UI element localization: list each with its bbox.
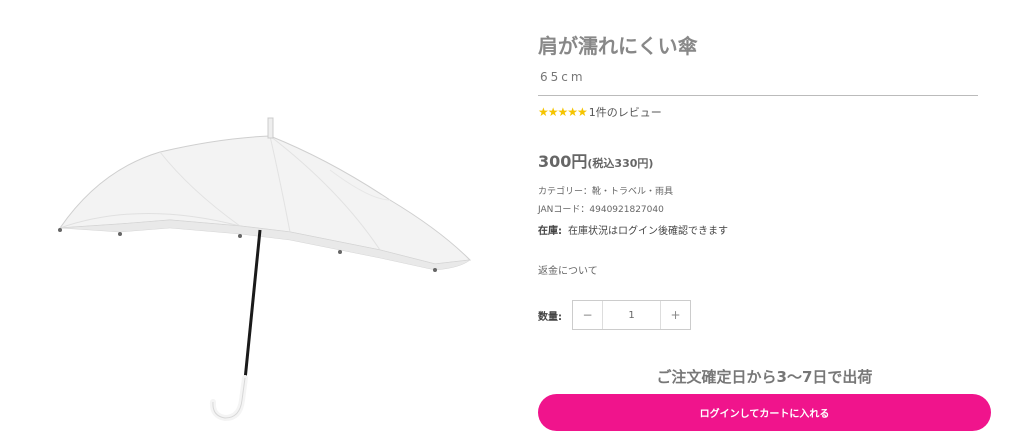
- stock-label: 在庫:: [538, 226, 562, 237]
- product-category: カテゴリー：靴・トラベル・雨具: [538, 187, 674, 197]
- quantity-decrease-button[interactable]: −: [573, 301, 602, 329]
- rating-stars-icon: ★★★★★: [538, 105, 588, 119]
- review-count-link[interactable]: 1件のレビュー: [589, 104, 662, 120]
- review-summary[interactable]: ★★★★★ 1件のレビュー: [538, 104, 662, 120]
- product-image-area: [0, 0, 500, 436]
- product-size: 65cm: [540, 70, 586, 84]
- quantity-increase-button[interactable]: +: [661, 301, 690, 329]
- price-tax: (税込330円): [587, 157, 654, 170]
- quantity-row: 数量: − 1 +: [538, 300, 691, 330]
- price-value: 300円: [538, 152, 588, 171]
- umbrella-image[interactable]: [40, 100, 480, 430]
- divider: [538, 95, 978, 96]
- stock-value: 在庫状況はログイン後確認できます: [568, 226, 728, 237]
- product-price: 300円(税込330円): [538, 148, 653, 172]
- stock-status: 在庫: 在庫状況はログイン後確認できます: [538, 222, 728, 237]
- quantity-input[interactable]: 1: [602, 301, 661, 329]
- product-title: 肩が濡れにくい傘: [538, 34, 698, 58]
- refund-link[interactable]: 返金について: [538, 262, 598, 277]
- quantity-stepper: − 1 +: [572, 300, 691, 330]
- product-jan-code: JANコード：4940921827040: [538, 205, 664, 215]
- shipping-notice: ご注文確定日から3〜7日で出荷: [656, 368, 873, 386]
- quantity-label: 数量:: [538, 311, 562, 323]
- add-to-cart-button[interactable]: ログインしてカートに入れる: [538, 394, 991, 431]
